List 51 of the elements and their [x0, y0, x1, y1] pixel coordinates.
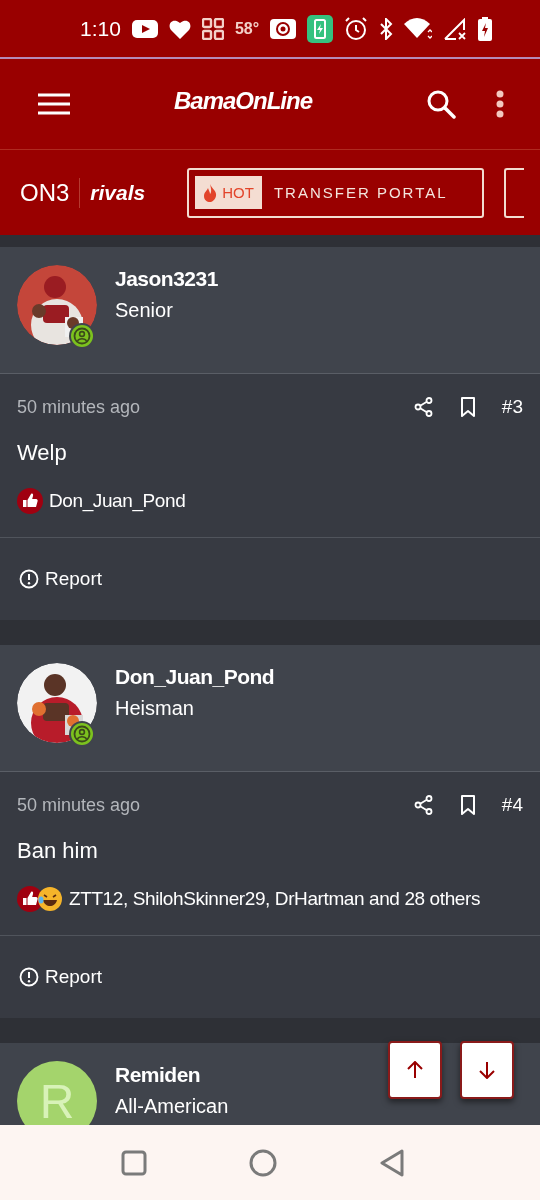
post-text: Welp — [17, 440, 68, 466]
alert-icon — [19, 569, 39, 589]
alert-icon — [19, 967, 39, 987]
user-rank: All-American — [115, 1095, 229, 1118]
site-logo[interactable]: BamaOnLine — [174, 87, 313, 115]
user-rank: Heisman — [115, 697, 195, 720]
search-icon[interactable] — [426, 89, 456, 119]
username[interactable]: Don_Juan_Pond — [115, 665, 275, 689]
heart-icon — [168, 18, 191, 39]
partner-logo[interactable]: rivals — [90, 180, 146, 205]
nav-button[interactable] — [504, 167, 525, 218]
post-time[interactable]: 50 minutes ago — [17, 396, 141, 418]
arrow-down-icon — [479, 1061, 495, 1079]
hot-label: HOT — [222, 184, 254, 201]
username[interactable]: Remiden — [115, 1063, 229, 1087]
clock-time: 1:10 — [80, 16, 121, 41]
bluetooth-icon — [379, 17, 394, 40]
back-icon[interactable] — [379, 1148, 405, 1177]
brand-logo[interactable]: ON3 — [20, 177, 81, 208]
reaction-users[interactable]: ZTT12, ShilohSkinner29, DrHartman and 28 others — [69, 888, 481, 910]
user-rank: Senior — [115, 299, 174, 322]
arrow-up-icon — [407, 1061, 423, 1079]
button-label: TRANSFER PORTAL — [273, 184, 448, 201]
scroll-down-button[interactable] — [460, 1041, 514, 1099]
report-button[interactable]: Report — [19, 966, 103, 988]
report-button[interactable]: Report — [19, 568, 103, 590]
bookmark-icon[interactable] — [459, 397, 476, 417]
post-time[interactable]: 50 minutes ago — [17, 794, 141, 816]
battery-saver-icon — [307, 14, 334, 43]
scroll-up-button[interactable] — [388, 1041, 442, 1099]
alarm-icon — [344, 16, 369, 41]
wifi-icon — [404, 17, 433, 40]
share-icon[interactable] — [413, 795, 434, 815]
no-signal-icon — [443, 17, 468, 40]
share-icon[interactable] — [413, 397, 434, 417]
reaction-users[interactable]: Don_Juan_Pond — [49, 490, 186, 512]
flame-icon — [203, 183, 218, 202]
temperature: 58° — [234, 19, 260, 38]
bookmark-icon[interactable] — [459, 795, 476, 815]
battery-charging-icon — [478, 16, 493, 41]
post-number[interactable]: #4 — [501, 794, 523, 816]
transfer-portal-button[interactable]: HOT TRANSFER PORTAL — [187, 167, 485, 218]
post-text: Ban him — [17, 838, 99, 864]
more-options-icon[interactable] — [496, 90, 504, 118]
video-play-icon — [131, 19, 158, 38]
menu-icon[interactable] — [38, 93, 70, 115]
post-number[interactable]: #3 — [501, 396, 523, 418]
widgets-icon — [201, 17, 224, 40]
recent-apps-icon[interactable] — [121, 1149, 147, 1176]
username[interactable]: Jason3231 — [115, 267, 218, 291]
home-icon[interactable] — [249, 1148, 277, 1177]
